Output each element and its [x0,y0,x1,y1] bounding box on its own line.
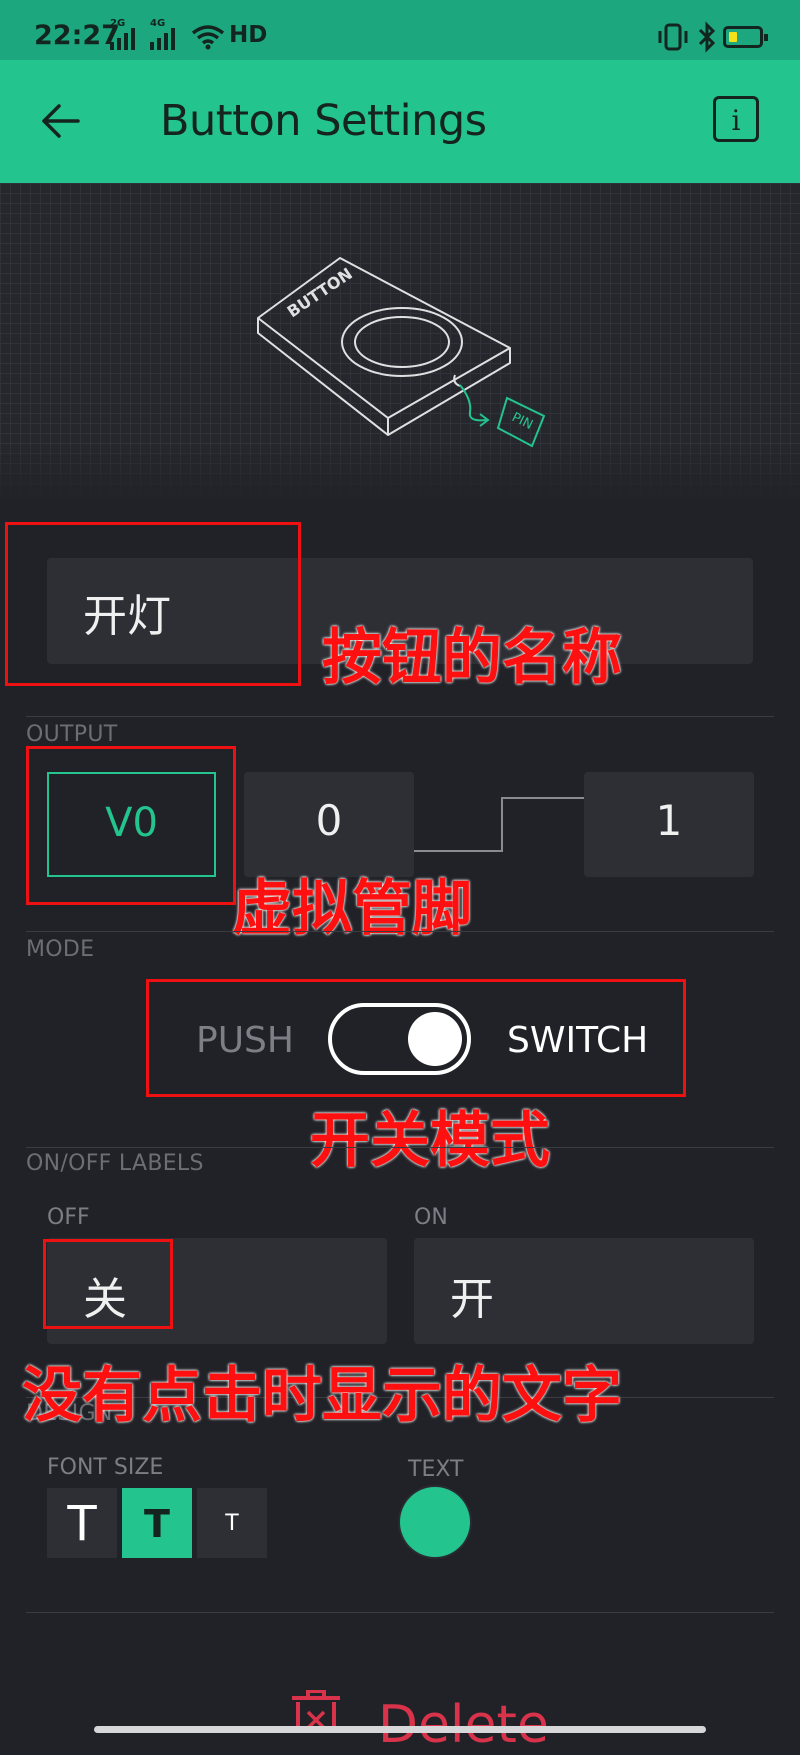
output-max-input[interactable]: 1 [584,772,754,877]
font-size-large-button[interactable]: T [47,1488,117,1558]
text-color-caption: TEXT [408,1457,464,1482]
on-label-value: 开 [450,1274,494,1325]
off-label-caption: OFF [47,1205,90,1230]
on-label-caption: ON [414,1205,448,1230]
font-size-small-button[interactable]: T [197,1488,267,1558]
vibrate-icon [658,23,688,51]
battery-icon [723,26,768,48]
annotation-box [5,522,301,686]
annotation-box [26,746,236,905]
annotation-box [43,1239,173,1329]
section-output: OUTPUT [26,722,118,747]
hd-voice-indicator: HD [229,22,268,48]
bluetooth-icon [698,21,716,53]
annotation-switch-mode: 开关模式 [310,1106,550,1176]
page-title: Button Settings [160,96,487,146]
annotation-name: 按钮的名称 [322,623,622,693]
section-mode: MODE [26,937,95,962]
text-color-swatch[interactable] [400,1487,470,1557]
font-size-medium-button[interactable]: T [122,1488,192,1558]
section-on-off-labels: ON/OFF LABELS [26,1151,204,1176]
home-indicator [94,1726,706,1733]
cellular-signal-icon: 4G [150,18,182,50]
delete-button[interactable]: Delete [378,1695,549,1755]
info-icon: i [731,104,741,137]
annotation-text-when-off: 没有点击时显示的文字 [22,1361,622,1431]
status-time: 22:27 [34,20,120,51]
annotation-box [146,979,686,1097]
pin-label: PIN [509,410,535,433]
font-size-caption: FONT SIZE [47,1455,164,1480]
wifi-icon [191,25,225,50]
output-range-graph [414,797,584,852]
back-arrow-icon[interactable] [40,101,82,141]
annotation-virtual-pin: 虚拟管脚 [232,874,472,944]
cellular-signal-icon: 2G [110,18,142,50]
button-device-icon: BUTTON PIN [257,257,546,448]
info-button[interactable]: i [713,96,759,142]
